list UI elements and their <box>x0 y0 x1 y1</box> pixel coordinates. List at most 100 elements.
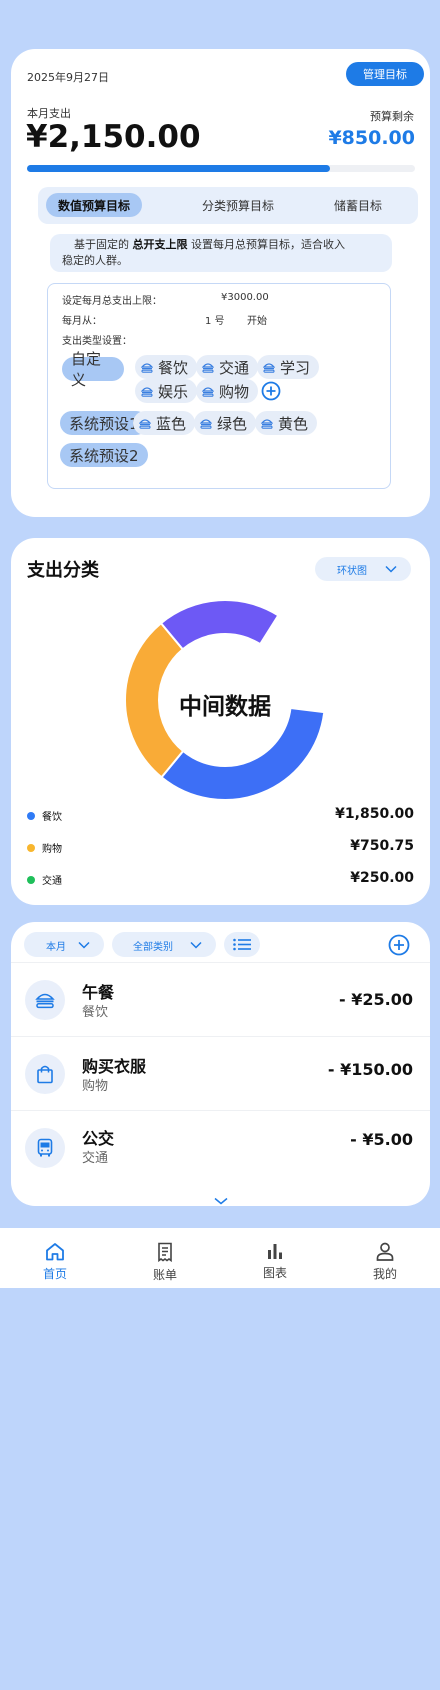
list-icon <box>233 938 251 951</box>
chip-label: 购物 <box>219 382 250 401</box>
chart-type-select[interactable]: 环状图 <box>315 557 411 581</box>
nav-profile[interactable]: 我的 <box>330 1228 440 1288</box>
chip-label: 交通 <box>219 358 250 377</box>
limit-value-input[interactable]: ¥3000.00 <box>221 292 269 303</box>
donut-slice-purple <box>159 600 280 651</box>
legend-name-shopping: 购物 <box>42 844 62 855</box>
expense-category-card: 支出分类 环状图 中间数据 餐饮 ¥1,850.00 购物 ¥750.75 交通… <box>11 538 430 905</box>
remaining-value: ¥850.00 <box>328 127 415 149</box>
bus-icon <box>37 1138 53 1157</box>
chevron-down-icon <box>214 1197 228 1205</box>
transaction-category: 交通 <box>82 1151 109 1166</box>
date-label: 2025年9月27日 <box>27 71 109 84</box>
transaction-category: 购物 <box>82 1079 109 1094</box>
burger-icon <box>141 362 153 373</box>
burger-icon <box>35 993 55 1009</box>
transaction-icon <box>25 980 65 1020</box>
nav-home[interactable]: 首页 <box>0 1228 110 1288</box>
transaction-category: 餐饮 <box>82 1005 109 1020</box>
tab-numeric-budget[interactable]: 数值预算目标 <box>46 193 142 217</box>
transactions-card: 本月 全部类别 午餐 餐饮 - ¥25.00 购买衣服 购物 - ¥150.00 <box>11 922 430 1206</box>
nav-label: 图表 <box>262 1266 287 1280</box>
description-prefix: 基于固定的 <box>74 238 129 251</box>
donut-center-label: 中间数据 <box>179 694 271 720</box>
chip-blue-color[interactable]: 蓝色 <box>133 411 196 435</box>
chevron-down-icon <box>78 941 90 949</box>
nav-label: 首页 <box>42 1267 67 1281</box>
chevron-down-icon <box>190 941 202 949</box>
transaction-row[interactable]: 午餐 餐饮 - ¥25.00 <box>11 963 430 1036</box>
budget-card: 2025年9月27日 管理目标 本月支出 ¥2,150.00 预算剩余 ¥850… <box>11 49 430 517</box>
legend-dot-dining <box>27 812 35 820</box>
plus-circle-icon <box>261 381 281 401</box>
budget-progress-fill <box>27 165 330 172</box>
chip-label: 黄色 <box>278 414 309 433</box>
month-filter[interactable]: 本月 <box>24 932 104 957</box>
description-line-2: 稳定的人群。 <box>62 254 128 267</box>
legend-dot-shopping <box>27 844 35 852</box>
legend-name-transport: 交通 <box>42 876 62 887</box>
nav-charts[interactable]: 图表 <box>220 1228 330 1288</box>
nav-label: 账单 <box>152 1268 177 1282</box>
legend-name-dining: 餐饮 <box>42 812 62 823</box>
manage-goals-button[interactable]: 管理目标 <box>346 62 424 86</box>
limit-label: 设定每月总支出上限： <box>62 296 162 307</box>
nav-bills[interactable]: 账单 <box>110 1228 220 1288</box>
transaction-title: 午餐 <box>82 983 115 1002</box>
tab-category-budget[interactable]: 分类预算目标 <box>178 193 298 217</box>
burger-icon <box>139 418 151 429</box>
list-view-button[interactable] <box>224 932 260 957</box>
transaction-amount: - ¥25.00 <box>339 990 413 1009</box>
chip-shopping[interactable]: 购物 <box>196 379 259 403</box>
transaction-row[interactable]: 购买衣服 购物 - ¥150.00 <box>11 1037 430 1110</box>
remaining-label: 预算剩余 <box>370 110 414 123</box>
bottom-nav: 首页 账单 图表 我的 <box>0 1228 440 1288</box>
budget-progress-track <box>27 165 415 172</box>
spent-value: ¥2,150.00 <box>26 119 201 155</box>
burger-icon <box>263 362 275 373</box>
chip-transport[interactable]: 交通 <box>196 355 259 379</box>
transaction-icon <box>25 1054 65 1094</box>
bar-chart-icon <box>268 1244 282 1259</box>
add-transaction-button[interactable] <box>388 934 410 960</box>
transaction-row[interactable]: 公交 交通 - ¥5.00 <box>11 1111 430 1181</box>
legend-amount-shopping: ¥750.75 <box>350 838 414 854</box>
start-label: 每月从： <box>62 316 102 327</box>
chip-label: 娱乐 <box>158 382 189 401</box>
burger-icon <box>141 386 153 397</box>
add-category-button[interactable] <box>261 381 281 405</box>
description-bold: 总开支上限 <box>132 238 188 251</box>
burger-icon <box>261 418 273 429</box>
chip-study[interactable]: 学习 <box>257 355 320 379</box>
category-filter-label: 全部类别 <box>133 942 173 953</box>
category-filter[interactable]: 全部类别 <box>112 932 216 957</box>
chip-label: 绿色 <box>217 414 248 433</box>
legend-dot-transport <box>27 876 35 884</box>
chip-label: 餐饮 <box>158 358 189 377</box>
legend-amount-transport: ¥250.00 <box>350 870 414 886</box>
chip-dining[interactable]: 餐饮 <box>135 355 198 379</box>
nav-label: 我的 <box>372 1267 397 1281</box>
load-more-button[interactable] <box>214 1190 228 1209</box>
budget-tabs: 数值预算目标 分类预算目标 储蓄目标 <box>38 187 418 224</box>
transaction-amount: - ¥150.00 <box>327 1060 413 1079</box>
chart-type-label: 环状图 <box>337 566 367 577</box>
transaction-icon <box>25 1128 65 1168</box>
transaction-title: 购买衣服 <box>82 1057 147 1076</box>
burger-icon <box>202 386 214 397</box>
section-title: 支出分类 <box>27 560 99 581</box>
start-day-select[interactable]: 1 号 <box>205 312 225 327</box>
preset2-button[interactable]: 系统预设2 <box>60 443 148 467</box>
start-word: 开始 <box>247 316 267 327</box>
chip-green-color[interactable]: 绿色 <box>194 411 257 435</box>
chip-label: 蓝色 <box>156 414 187 433</box>
chip-yellow-color[interactable]: 黄色 <box>255 411 318 435</box>
tab-savings-goal[interactable]: 储蓄目标 <box>308 193 408 217</box>
receipt-icon <box>158 1242 172 1262</box>
types-label: 支出类型设置： <box>62 336 132 347</box>
donut-slice-blue <box>160 706 325 800</box>
chip-label: 学习 <box>280 358 311 377</box>
chip-entertainment[interactable]: 娱乐 <box>135 379 198 403</box>
custom-preset-button[interactable]: 自定义 <box>62 350 124 389</box>
plus-circle-icon <box>388 934 410 956</box>
